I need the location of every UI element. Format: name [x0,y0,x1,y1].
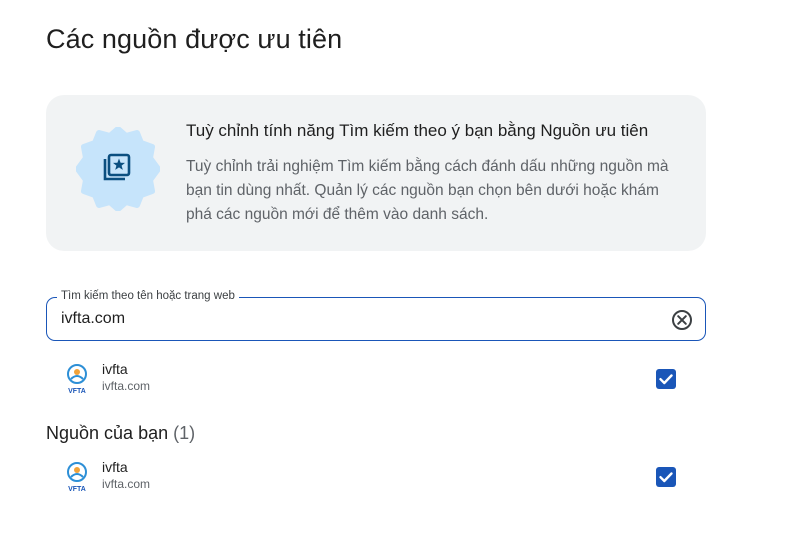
your-source-row[interactable]: VFTA ivfta ivfta.com [46,455,706,499]
info-card-title: Tuỳ chỉnh tính năng Tìm kiếm theo ý bạn … [186,121,649,140]
star-bookmark-icon [76,127,160,211]
search-result-row[interactable]: VFTA ivfta ivfta.com [46,357,706,401]
clear-circle-icon [672,310,692,330]
info-card: Tuỳ chỉnh tính năng Tìm kiếm theo ý bạn … [46,95,706,251]
source-name: ivfta [102,361,128,377]
search-label: Tìm kiếm theo tên hoặc trang web [57,290,239,302]
source-domain: ivfta.com [102,477,151,491]
source-checkbox[interactable] [656,369,676,389]
your-sources-count: (1) [173,423,196,443]
checkmark-icon [659,472,673,483]
your-sources-title: Nguồn của bạn [46,423,169,443]
source-name: ivfta [102,459,128,475]
your-sources-heading: Nguồn của bạn (1) [46,423,195,444]
source-domain: ivfta.com [102,379,151,393]
clear-search-button[interactable] [671,309,693,331]
search-input[interactable]: ivfta.com [61,310,125,328]
search-field[interactable]: Tìm kiếm theo tên hoặc trang web ivfta.c… [46,290,706,341]
checkmark-icon [659,374,673,385]
ivfta-logo-icon: VFTA [64,363,90,395]
logo-text: VFTA [68,486,86,493]
logo-text: VFTA [68,388,86,395]
info-card-description: Tuỳ chỉnh trải nghiệm Tìm kiếm bằng cách… [186,158,669,223]
ivfta-logo-icon: VFTA [64,461,90,493]
page-title: Các nguồn được ưu tiên [46,24,343,54]
source-checkbox[interactable] [656,467,676,487]
